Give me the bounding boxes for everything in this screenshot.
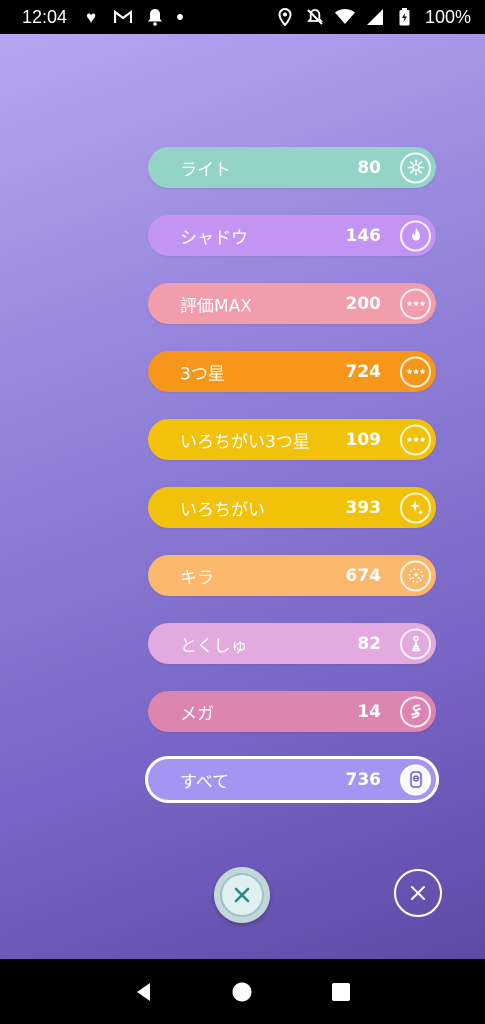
- home-button[interactable]: [227, 977, 257, 1007]
- gmail-icon: [113, 7, 133, 27]
- filter-count: 80: [357, 157, 381, 178]
- status-icons-right: 100%: [275, 7, 471, 28]
- filter-count: 724: [345, 361, 382, 382]
- dot-icon: [177, 14, 184, 20]
- filter-special-button[interactable]: とくしゅ 82: [148, 623, 436, 664]
- mega-icon: [400, 696, 431, 727]
- filter-shadow-button[interactable]: シャドウ 146: [148, 215, 436, 256]
- filter-count: 393: [345, 497, 382, 518]
- app-screen: ライト 80 シャドウ 146 評価MAX 200 3つ星 724 いろちがい3つ星 109 いろち…: [0, 34, 485, 959]
- mute-icon: [305, 7, 325, 27]
- battery-percent: 100%: [424, 6, 471, 27]
- status-bar: 12:04 ♥ 100%: [0, 0, 485, 34]
- filter-shiny-three-star-button[interactable]: いろちがい3つ星 109: [148, 419, 436, 460]
- filter-count: 109: [345, 429, 382, 450]
- filter-list: ライト 80 シャドウ 146 評価MAX 200 3つ星 724 いろちがい3つ星 109 いろち…: [148, 147, 436, 800]
- recents-button[interactable]: [326, 977, 356, 1007]
- home-icon: [232, 982, 252, 1001]
- filter-label: いろちがい3つ星: [180, 432, 310, 452]
- three-stars-icon: [400, 288, 431, 319]
- special-icon: [400, 628, 431, 659]
- bell-icon: [145, 7, 165, 27]
- recents-icon: [331, 982, 350, 1001]
- filter-label: シャドウ: [180, 228, 248, 248]
- sparkle-icon: [400, 492, 431, 523]
- filter-label: キラ: [180, 568, 214, 588]
- filter-label: メガ: [180, 704, 214, 724]
- filter-max-button[interactable]: 評価MAX 200: [148, 283, 436, 324]
- filter-label: 評価MAX: [180, 296, 252, 316]
- shadow-flame-icon: [400, 220, 431, 251]
- light-icon: [400, 152, 431, 183]
- close-icon: [411, 886, 425, 900]
- filter-count: 200: [345, 293, 382, 314]
- battery-icon: [395, 7, 415, 27]
- filter-label: すべて: [180, 772, 230, 792]
- filter-count: 146: [345, 225, 382, 246]
- filter-three-star-button[interactable]: 3つ星 724: [148, 351, 436, 392]
- android-nav-bar: [0, 959, 485, 1024]
- filter-shiny-button[interactable]: いろちがい 393: [148, 487, 436, 528]
- filter-count: 14: [357, 701, 381, 722]
- filter-label: 3つ星: [180, 364, 225, 384]
- lucky-icon: [400, 560, 431, 591]
- three-stars-icon: [400, 356, 431, 387]
- all-icon: [400, 764, 431, 795]
- filter-count: 82: [357, 633, 381, 654]
- filter-light-button[interactable]: ライト 80: [148, 147, 436, 188]
- filter-label: いろちがい: [180, 500, 265, 520]
- back-icon: [137, 982, 151, 1001]
- wifi-icon: [334, 7, 355, 27]
- close-button[interactable]: [214, 867, 270, 923]
- filter-count: 674: [345, 565, 382, 586]
- filter-lucky-button[interactable]: キラ 674: [148, 555, 436, 596]
- dismiss-button[interactable]: [394, 869, 442, 917]
- signal-icon: [365, 7, 385, 27]
- close-button-inner: [220, 873, 264, 917]
- status-time: 12:04: [22, 6, 68, 27]
- location-icon: [275, 7, 295, 27]
- filter-mega-button[interactable]: メガ 14: [148, 691, 436, 732]
- back-button[interactable]: [129, 977, 159, 1007]
- filter-label: ライト: [180, 160, 231, 180]
- three-stars-icon: [400, 424, 431, 455]
- filter-label: とくしゅ: [180, 636, 248, 656]
- status-icons-left: ♥: [81, 7, 184, 27]
- filter-all-button[interactable]: すべて 736: [148, 759, 436, 800]
- heart-icon: ♥: [86, 7, 97, 27]
- filter-count: 736: [345, 769, 382, 790]
- close-icon: [234, 887, 250, 903]
